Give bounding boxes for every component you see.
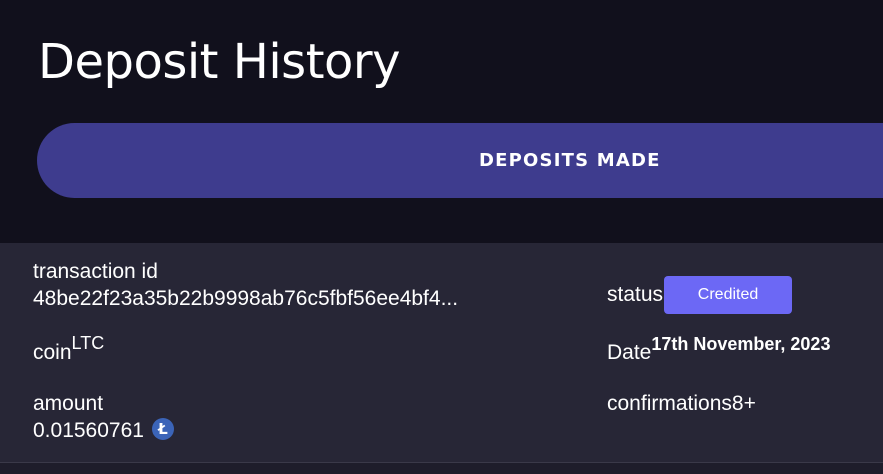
page-title: Deposit History — [38, 34, 401, 90]
tab-deposits-made-label: DEPOSITS MADE — [479, 150, 661, 171]
transaction-id-field: transaction id 48be22f23a35b22b9998ab76c… — [33, 259, 458, 313]
coin-field: coinLTC — [33, 333, 104, 366]
amount-label: amount — [33, 392, 104, 415]
date-value: 17th November, 2023 — [651, 334, 831, 354]
status-label: status — [607, 283, 664, 306]
amount-value-row: 0.01560761 Ł — [33, 417, 174, 445]
litecoin-icon: Ł — [151, 418, 174, 441]
next-record-strip — [0, 463, 883, 474]
date-field: Date17th November, 2023 — [607, 334, 830, 366]
transaction-id-value[interactable]: 48be22f23a35b22b9998ab76c5fbf56ee4bf4... — [33, 285, 458, 313]
coin-label: coin — [33, 341, 72, 364]
tab-deposits-made[interactable]: DEPOSITS MADE — [37, 123, 883, 198]
coin-value: LTC — [71, 333, 105, 353]
confirmations-value: 8+ — [731, 392, 756, 415]
confirmations-label: confirmations — [607, 392, 732, 415]
amount-field: amount 0.01560761 Ł — [33, 391, 174, 445]
deposit-history-page: Deposit History DEPOSITS MADE transactio… — [0, 0, 883, 474]
confirmations-field: confirmations8+ — [607, 391, 756, 417]
status-badge: Credited — [664, 276, 793, 314]
date-label: Date — [607, 341, 652, 364]
transaction-id-label: transaction id — [33, 260, 158, 283]
amount-value: 0.01560761 — [33, 419, 144, 442]
status-field: status Credited — [607, 276, 793, 314]
